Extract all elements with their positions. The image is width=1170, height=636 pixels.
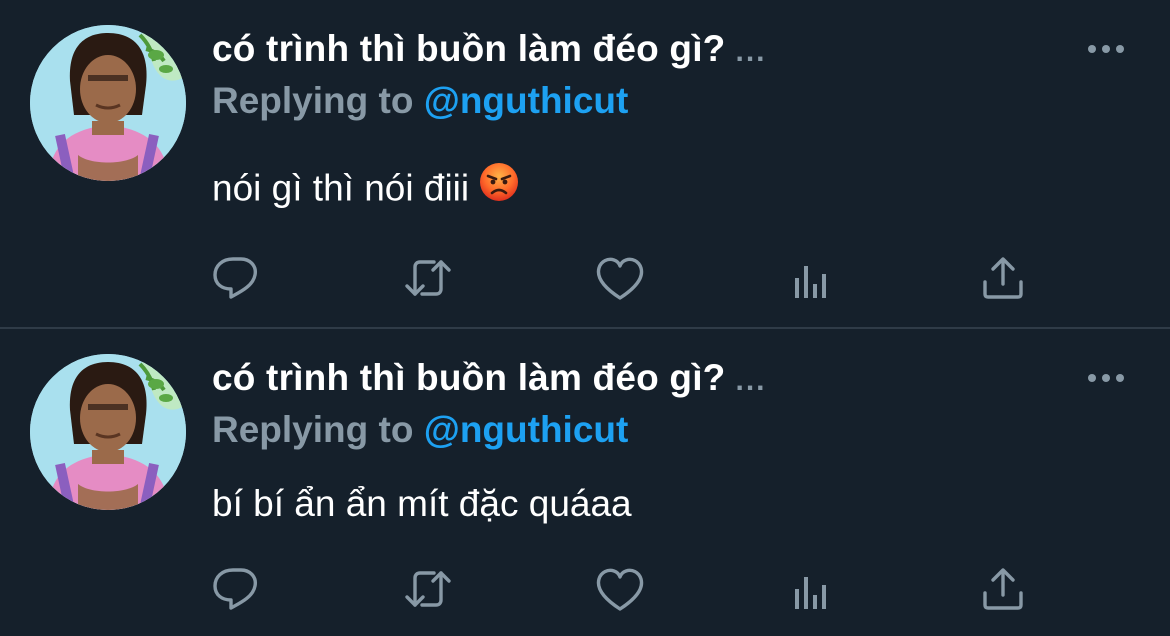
- tweet-header: có trình thì buồn làm đéo gì?...: [212, 357, 767, 399]
- replying-to-label: Replying to: [212, 80, 414, 121]
- reply-handle-link[interactable]: @nguthicut: [424, 409, 629, 450]
- avatar[interactable]: [30, 25, 186, 181]
- share-icon[interactable]: [973, 248, 1033, 308]
- tweet-actions: [0, 559, 1170, 619]
- angry-face-emoji: [479, 162, 519, 211]
- replying-to: Replying to @nguthicut: [212, 80, 628, 122]
- tweet[interactable]: có trình thì buồn làm đéo gì?... Replyin…: [0, 0, 1170, 328]
- tweet-header: có trình thì buồn làm đéo gì?...: [212, 28, 767, 70]
- more-options-icon[interactable]: [1083, 36, 1129, 62]
- tweet-actions: [0, 248, 1170, 308]
- name-truncation: ...: [735, 35, 767, 68]
- display-name[interactable]: có trình thì buồn làm đéo gì?: [212, 357, 725, 398]
- reply-icon[interactable]: [207, 559, 267, 619]
- replying-to-label: Replying to: [212, 409, 414, 450]
- analytics-icon[interactable]: [782, 559, 842, 619]
- avatar[interactable]: [30, 354, 186, 510]
- name-truncation: ...: [735, 364, 767, 397]
- tweet-text: bí bí ẩn ẩn mít đặc quáaa: [212, 483, 632, 525]
- reply-icon[interactable]: [207, 248, 267, 308]
- more-options-icon[interactable]: [1083, 365, 1129, 391]
- tweet[interactable]: có trình thì buồn làm đéo gì?... Replyin…: [0, 329, 1170, 636]
- retweet-icon[interactable]: [398, 559, 458, 619]
- tweet-text: nói gì thì nói điii: [212, 163, 519, 215]
- share-icon[interactable]: [973, 559, 1033, 619]
- tweet-text-content: bí bí ẩn ẩn mít đặc quáaa: [212, 483, 632, 524]
- like-icon[interactable]: [590, 248, 650, 308]
- analytics-icon[interactable]: [782, 248, 842, 308]
- retweet-icon[interactable]: [398, 248, 458, 308]
- like-icon[interactable]: [590, 559, 650, 619]
- replying-to: Replying to @nguthicut: [212, 409, 628, 451]
- display-name[interactable]: có trình thì buồn làm đéo gì?: [212, 28, 725, 69]
- tweet-text-content: nói gì thì nói điii: [212, 167, 470, 209]
- reply-handle-link[interactable]: @nguthicut: [424, 80, 629, 121]
